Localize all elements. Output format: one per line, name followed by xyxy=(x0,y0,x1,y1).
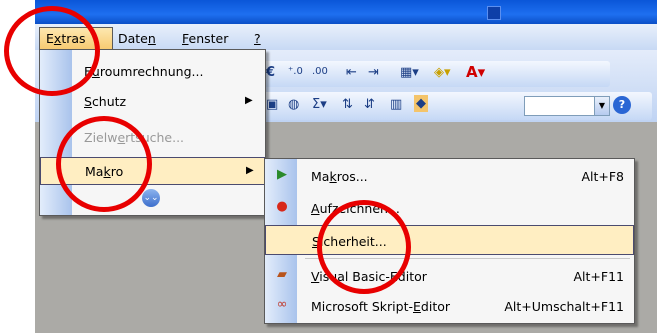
combo-dropdown-arrow[interactable]: ▼ xyxy=(594,97,609,115)
menu-item-label: Makros... xyxy=(311,169,368,184)
script-editor-icon: ∞ xyxy=(276,297,288,312)
annotation-circle-sicherheit xyxy=(317,200,411,294)
hyperlink-icon[interactable]: ◍ xyxy=(288,97,299,112)
sort-descending-icon[interactable]: ⇵ xyxy=(364,97,375,112)
increase-indent-icon[interactable]: ⇥ xyxy=(368,65,379,80)
borders-icon[interactable]: ▦▾ xyxy=(400,65,419,80)
play-icon: ▶ xyxy=(277,167,287,182)
shortcut-label: Alt+F11 xyxy=(573,269,625,284)
menu-item-makros[interactable]: ▶ Makros... Alt+F8 xyxy=(265,161,634,191)
decrease-decimal-icon[interactable]: .00 xyxy=(312,66,328,77)
menu-help[interactable]: ? xyxy=(254,31,261,46)
shortcut-label: Alt+F8 xyxy=(581,169,624,184)
menu-item-skript-editor[interactable]: ∞ Microsoft Skript-Editor Alt+Umschalt+F… xyxy=(265,291,634,321)
shortcut-label: Alt+Umschalt+F11 xyxy=(504,299,624,314)
decrease-indent-icon[interactable]: ⇤ xyxy=(346,65,357,80)
formatting-toolbar: € ⁺.0 .00 ⇤ ⇥ ▦▾ ◈▾ A▾ xyxy=(262,61,610,87)
chart-icon[interactable]: ▥ xyxy=(390,97,402,112)
chevron-double-down-icon[interactable]: ⌄⌄ xyxy=(142,189,160,207)
menu-item-label: Euroumrechnung... xyxy=(84,64,204,79)
autosum-icon[interactable]: Σ▾ xyxy=(312,97,327,112)
menu-item-label: Schutz xyxy=(84,94,127,109)
drawing-icon[interactable]: ◆ xyxy=(414,95,428,112)
screenshot-frame: Extras Daten Fenster ? € ⁺.0 .00 ⇤ ⇥ ▦▾ … xyxy=(0,0,657,333)
fill-color-icon[interactable]: ◈▾ xyxy=(434,65,451,80)
paste-icon[interactable]: ▣ xyxy=(266,97,278,112)
annotation-circle-makro xyxy=(56,116,152,212)
euro-icon[interactable]: € xyxy=(266,65,275,80)
help-icon[interactable]: ? xyxy=(613,96,631,114)
menu-fenster[interactable]: Fenster xyxy=(182,31,228,46)
annotation-circle-extras xyxy=(4,6,100,96)
menu-item-label: Microsoft Skript-Editor xyxy=(311,299,451,314)
title-bar xyxy=(35,0,657,24)
sort-ascending-icon[interactable]: ⇅ xyxy=(342,97,353,112)
title-bar-button[interactable] xyxy=(487,6,501,20)
increase-decimal-icon[interactable]: ⁺.0 xyxy=(288,66,303,77)
record-icon: ● xyxy=(276,199,288,214)
submenu-arrow-icon: ▶ xyxy=(245,95,253,106)
submenu-arrow-icon: ▶ xyxy=(246,165,254,176)
menu-item-aufzeichnen[interactable]: ● Aufzeichnen... xyxy=(265,193,634,223)
vba-editor-icon: ▰ xyxy=(277,267,287,282)
menu-item-schutz[interactable]: Schutz ▶ xyxy=(40,88,265,114)
font-color-icon[interactable]: A▾ xyxy=(466,63,485,81)
zoom-combo[interactable]: ▼ xyxy=(524,96,610,116)
menu-daten[interactable]: Daten xyxy=(118,31,156,46)
